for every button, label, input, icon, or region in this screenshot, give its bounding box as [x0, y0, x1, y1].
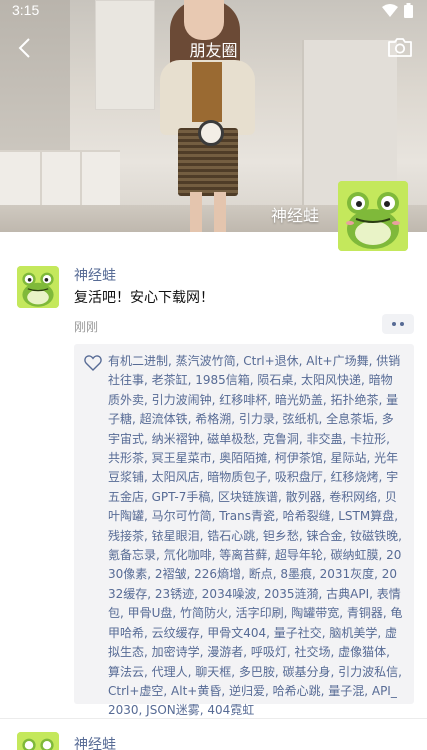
cover-avatar[interactable] [338, 181, 408, 251]
battery-icon [404, 3, 413, 22]
post-divider [0, 718, 427, 719]
likes-box: 有机二进制, 蒸汽波竹简, Ctrl+退休, Alt+广场舞, 供销社往事, 老… [74, 344, 414, 717]
page-title: 朋友圈 [189, 43, 238, 60]
more-dot-icon [400, 322, 404, 326]
likes-list[interactable]: 有机二进制, 蒸汽波竹简, Ctrl+退休, Alt+广场舞, 供销社往事, 老… [108, 352, 404, 721]
post-text: 复活吧！安心下载网！ [74, 290, 214, 306]
heart-outline-icon [84, 355, 102, 371]
post-user-name[interactable]: 神经蛙 [74, 265, 116, 285]
post-more-button[interactable] [382, 314, 414, 334]
title-bar: 朋友圈 [0, 32, 427, 64]
status-bar: 3:15 [0, 0, 427, 22]
post-avatar[interactable] [17, 266, 59, 308]
post-avatar[interactable] [17, 732, 59, 750]
frog-avatar-icon [17, 732, 59, 750]
cover-user-name[interactable]: 神经蛙 [271, 202, 319, 226]
status-time: 3:15 [12, 2, 40, 18]
frog-avatar-icon [17, 266, 59, 308]
post-user-name[interactable]: 神经蛙 [74, 734, 116, 750]
frog-avatar-icon [338, 181, 408, 251]
post-time: 刚刚 [74, 320, 99, 334]
more-dot-icon [392, 322, 396, 326]
wifi-icon [382, 3, 398, 22]
camera-icon[interactable] [387, 35, 413, 59]
